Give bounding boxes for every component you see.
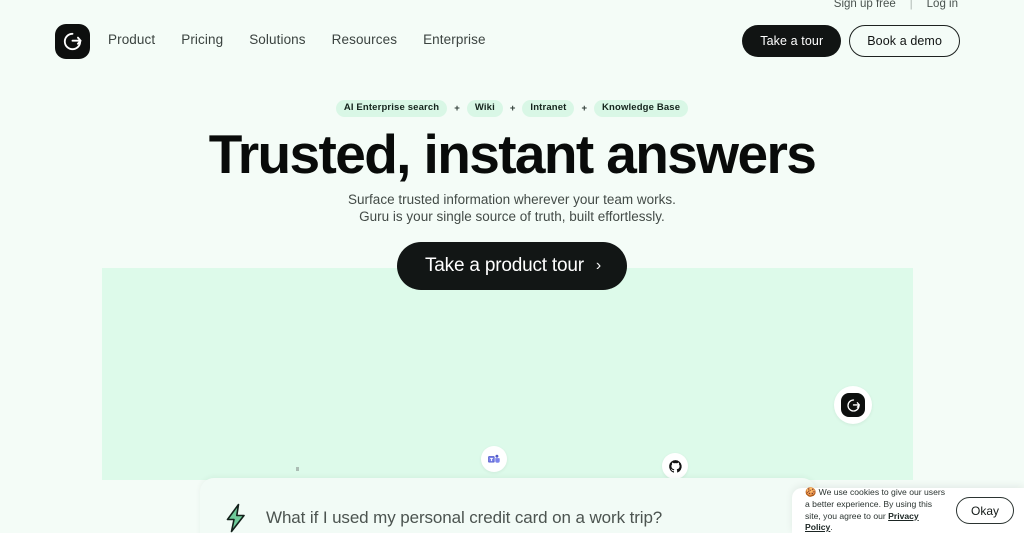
- microsoft-teams-icon: [481, 446, 507, 472]
- nav-item-pricing[interactable]: Pricing: [181, 32, 223, 47]
- guru-logo-icon[interactable]: [55, 24, 90, 59]
- github-icon: [662, 453, 688, 479]
- tag-ai-enterprise-search: AI Enterprise search: [335, 100, 448, 117]
- cookie-text-part-2: .: [830, 522, 833, 533]
- tag-intranet: Intranet: [522, 100, 575, 117]
- take-a-product-tour-button[interactable]: Take a product tour ›: [397, 242, 627, 290]
- cookie-consent-banner: 🍪 We use cookies to give our users a bet…: [792, 487, 1024, 533]
- tag-separator-2: +: [509, 102, 516, 114]
- signup-free-link[interactable]: Sign up free: [834, 0, 896, 10]
- cookie-text-part-1: We use cookies to give our users a bette…: [805, 487, 946, 521]
- nav-item-product[interactable]: Product: [108, 32, 155, 47]
- main-navigation: Product Pricing Solutions Resources Ente…: [108, 32, 486, 47]
- tag-knowledge-base: Knowledge Base: [594, 100, 689, 117]
- utility-separator: |: [909, 0, 913, 10]
- hero-subtitle-line-1: Surface trusted information wherever you…: [348, 192, 676, 207]
- decorative-speck: [296, 467, 299, 471]
- guru-badge-svg: [846, 398, 860, 412]
- hero-cta-container: Take a product tour ›: [0, 242, 1024, 290]
- search-query-text: What if I used my personal credit card o…: [266, 508, 663, 527]
- cookie-banner-text: 🍪 We use cookies to give our users a bet…: [805, 487, 948, 533]
- guru-logo-svg: [63, 32, 82, 51]
- nav-item-solutions[interactable]: Solutions: [249, 32, 305, 47]
- login-link[interactable]: Log in: [927, 0, 958, 10]
- lightning-bolt-icon: [226, 503, 245, 533]
- cta-label: Take a product tour: [425, 255, 584, 276]
- github-svg: [668, 459, 682, 473]
- guru-badge-icon: [834, 386, 872, 424]
- tag-wiki: Wiki: [466, 100, 503, 117]
- tag-separator-1: +: [454, 102, 460, 114]
- cookie-accept-button[interactable]: Okay: [955, 497, 1014, 524]
- site-header: Product Pricing Solutions Resources Ente…: [0, 0, 1024, 70]
- book-a-demo-button[interactable]: Book a demo: [849, 25, 960, 57]
- ai-search-card[interactable]: What if I used my personal credit card o…: [200, 478, 816, 533]
- hero-green-panel: [102, 268, 913, 480]
- nav-item-enterprise[interactable]: Enterprise: [423, 32, 486, 47]
- tag-separator-3: +: [581, 102, 588, 114]
- cookie-icon: 🍪: [805, 487, 817, 498]
- hero-tag-list: AI Enterprise search + Wiki + Intranet +…: [0, 100, 1024, 117]
- microsoft-teams-svg: [488, 454, 500, 463]
- utility-links: Sign up free | Log in: [834, 0, 958, 10]
- nav-item-resources[interactable]: Resources: [332, 32, 397, 47]
- guru-badge-glyph: [841, 393, 865, 417]
- chevron-right-icon: ›: [595, 257, 601, 274]
- header-actions: Take a tour Book a demo: [742, 25, 960, 57]
- page-title: Trusted, instant answers: [208, 123, 817, 185]
- hero-subtitle-line-2: Guru is your single source of truth, bui…: [359, 209, 665, 224]
- hero-subtitle: Surface trusted information wherever you…: [0, 191, 1024, 225]
- take-a-tour-button[interactable]: Take a tour: [742, 25, 842, 57]
